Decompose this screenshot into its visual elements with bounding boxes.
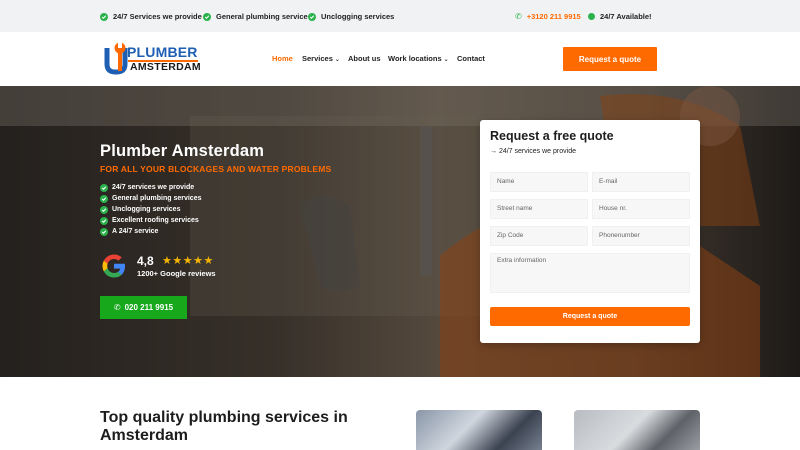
request-quote-button[interactable]: Request a quote [563, 47, 657, 71]
phone-icon: ✆ [113, 303, 121, 312]
house-number-field[interactable]: House nr. [592, 199, 690, 219]
hero-subtitle: FOR ALL YOUR BLOCKAGES AND WATER PROBLEM… [100, 164, 332, 174]
topbar-phone-link[interactable]: ✆ +3120 211 9915 [515, 12, 581, 21]
check-circle-icon [203, 12, 211, 21]
rating-stars-icon: ★★★★★ [162, 255, 214, 267]
topbar-availability: 24/7 Available! [588, 12, 652, 21]
brand-logo[interactable]: PLUMBER AMSTERDAM [104, 42, 201, 78]
google-reviews-count: 1200+ Google reviews [137, 269, 216, 278]
nav-about-us[interactable]: About us [348, 54, 381, 63]
nav-work-locations[interactable]: Work locations ⌄ [388, 54, 449, 63]
list-item: 24/7 services we provide [100, 182, 201, 193]
submit-quote-button[interactable]: Request a quote [490, 307, 690, 326]
site-header: PLUMBER AMSTERDAM Home Services ⌄ About u… [0, 32, 800, 86]
check-circle-icon [308, 12, 316, 21]
list-item: Unclogging services [100, 204, 201, 215]
chevron-down-icon: ⌄ [443, 57, 449, 63]
check-circle-icon [100, 194, 108, 203]
google-logo-icon [102, 254, 125, 278]
service-thumbnail-image[interactable] [416, 410, 542, 450]
quote-form-tagline: → 24/7 services we provide [490, 148, 576, 155]
hero-title: Plumber Amsterdam [100, 142, 265, 160]
topbar-feature-1: 24/7 Services we provide [100, 12, 202, 21]
service-thumbnail-image[interactable] [574, 410, 700, 450]
topbar-feature-2: General plumbing service [203, 12, 308, 21]
check-circle-icon [100, 183, 108, 192]
name-field[interactable]: Name [490, 172, 588, 192]
list-item: Excellent roofing services [100, 215, 201, 226]
clock-icon [588, 13, 595, 20]
rating-score: 4,8 [137, 254, 154, 268]
call-button[interactable]: ✆ 020 211 9915 [100, 296, 187, 319]
check-circle-icon [100, 227, 108, 236]
check-circle-icon [100, 205, 108, 214]
quote-form-title: Request a free quote [490, 129, 614, 143]
extra-information-textarea[interactable]: Extra information [490, 253, 690, 293]
nav-home[interactable]: Home [272, 54, 293, 63]
hero-bullets: 24/7 services we provide General plumbin… [100, 182, 201, 237]
email-field[interactable]: E-mail [592, 172, 690, 192]
quote-form-card: Request a free quote → 24/7 services we … [480, 120, 700, 343]
check-circle-icon [100, 216, 108, 225]
phone-number-field[interactable]: Phonenumber [592, 226, 690, 246]
nav-services[interactable]: Services ⌄ [302, 54, 340, 63]
top-info-bar: 24/7 Services we provide General plumbin… [0, 0, 800, 32]
list-item: General plumbing services [100, 193, 201, 204]
nav-contact[interactable]: Contact [457, 54, 485, 63]
check-circle-icon [100, 12, 108, 21]
wrench-logo-icon [104, 42, 128, 75]
services-section-title: Top quality plumbing services in Amsterd… [100, 409, 348, 444]
logo-word-amsterdam: AMSTERDAM [130, 61, 201, 73]
phone-icon: ✆ [515, 12, 522, 21]
logo-word-plumber: PLUMBER [127, 44, 198, 60]
chevron-down-icon: ⌄ [334, 57, 340, 63]
street-name-field[interactable]: Street name [490, 199, 588, 219]
topbar-feature-3: Unclogging services [308, 12, 394, 21]
list-item: A 24/7 service [100, 226, 201, 237]
zip-code-field[interactable]: Zip Code [490, 226, 588, 246]
